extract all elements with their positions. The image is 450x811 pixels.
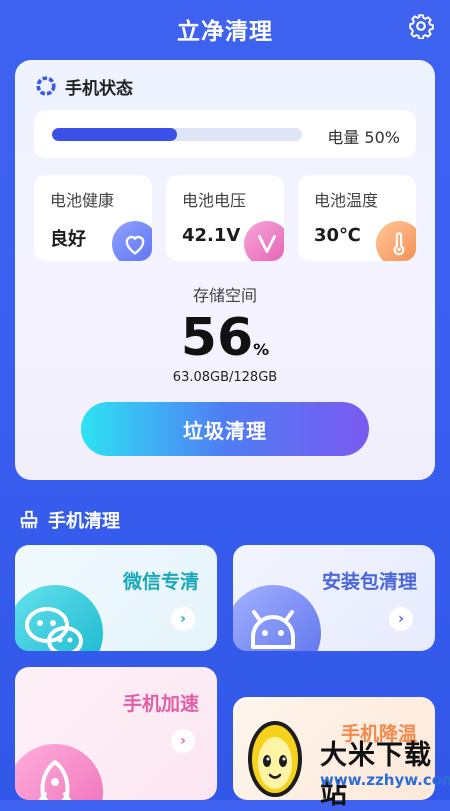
phone-clean-section-header: 手机清理: [18, 508, 120, 532]
storage-percent-value: 56: [180, 308, 254, 368]
phone-boost-card[interactable]: 手机加速 ›: [15, 667, 217, 800]
status-card-title: 手机状态: [65, 78, 133, 99]
app-title: 立净清理: [177, 19, 273, 45]
battery-progress-track: [52, 128, 302, 141]
apk-clean-label: 安装包清理: [321, 571, 417, 593]
chevron-right-icon: ›: [171, 607, 195, 631]
heart-icon: [112, 221, 152, 261]
voltage-icon: [244, 221, 284, 261]
broom-icon: [20, 510, 38, 529]
site-watermark: 大米下载站 www.zzhyw.com: [240, 715, 450, 810]
junk-clean-button[interactable]: 垃圾清理: [81, 402, 369, 456]
battery-level-label: 电量 50%: [327, 128, 400, 147]
battery-temperature-label: 电池温度: [314, 191, 379, 210]
status-ring-icon: [36, 76, 56, 96]
storage-size-text: 63.08GB/128GB: [172, 370, 278, 385]
wechat-icon: [15, 585, 103, 651]
storage-percent-display: 56%: [15, 308, 435, 368]
battery-level-box: 电量 50%: [34, 110, 416, 158]
status-card-header: 手机状态: [35, 74, 133, 99]
settings-gear-icon[interactable]: [408, 13, 434, 39]
battery-voltage-value: 42.1V: [182, 225, 241, 246]
android-icon: [233, 585, 321, 651]
battery-temperature-value: 30℃: [314, 225, 361, 246]
wechat-clean-label: 微信专清: [122, 571, 199, 593]
apk-clean-card[interactable]: 安装包清理 ›: [233, 545, 435, 651]
battery-health-label: 电池健康: [50, 191, 115, 210]
wechat-clean-card[interactable]: 微信专清 ›: [15, 545, 217, 651]
app-header: 立净清理: [0, 0, 450, 56]
battery-temperature-card: 电池温度 30℃: [298, 175, 416, 261]
chevron-right-icon: ›: [389, 607, 413, 631]
rice-mascot-logo: [248, 721, 302, 797]
chevron-right-icon: ›: [171, 729, 195, 753]
rocket-icon: [15, 744, 103, 800]
watermark-url: www.zzhyw.com: [320, 771, 450, 789]
battery-health-value: 良好: [50, 229, 86, 250]
storage-space-label: 存储空间: [192, 286, 257, 305]
phone-boost-label: 手机加速: [122, 693, 199, 715]
battery-voltage-card: 电池电压 42.1V: [166, 175, 284, 261]
battery-health-card: 电池健康 良好: [34, 175, 152, 261]
thermometer-icon: [376, 221, 416, 261]
phone-status-card: 手机状态 电量 50% 电池健康 良好 电池电压 42.1V 电池温度 30℃ …: [15, 60, 435, 480]
battery-voltage-label: 电池电压: [182, 191, 247, 210]
battery-progress-fill: [52, 128, 177, 141]
storage-percent-unit: %: [253, 340, 270, 359]
phone-clean-section-title: 手机清理: [48, 511, 120, 532]
